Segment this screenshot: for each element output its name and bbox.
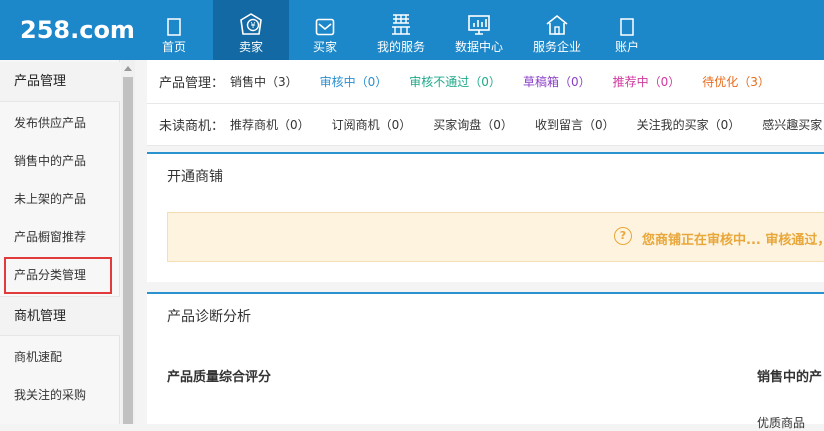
scroll-up-arrow-icon[interactable] [121,60,135,76]
nav-label: 服务企业 [532,40,581,54]
sidebar-heading-label: 商机管理 [14,309,67,324]
status-drafts[interactable]: 草稿箱（0） [523,73,591,90]
nav-label: 首页 [161,40,186,54]
nav-item-data-center[interactable]: 数据中心 [441,0,517,60]
quality-score-title: 产品质量综合评分 [167,370,272,385]
nav-item-home[interactable]: 首页 [135,0,213,60]
status-under-review[interactable]: 审核中（0） [320,73,388,90]
nav-label: 账户 [614,40,639,54]
nav-label: 买家 [312,40,337,54]
unread-leads-row: 未读商机： 推荐商机（0） 订阅商机（0） 买家询盘（0） 收到留言（0） 关注… [147,104,824,146]
leads-interested-buyers[interactable]: 感兴趣买家 [762,116,822,133]
sidebar-item-label: 我关注的采购 [14,388,87,402]
panel-title: 开通商铺 [167,169,223,185]
quality-products-label: 优质商品 [757,416,806,430]
status-rejected[interactable]: 审核不通过（0） [409,73,501,90]
page-icon [620,4,634,36]
sidebar-item-label: 发布供应产品 [14,116,87,130]
sidebar-heading-leads-management[interactable]: 商机管理 [0,296,120,336]
sidebar-item-label: 未上架的产品 [14,192,87,206]
shop-review-notice: ? 您商铺正在审核中... 审核通过，手 [167,212,824,262]
leads-messages[interactable]: 收到留言（0） [535,116,615,133]
sidebar-item-publish-product[interactable]: 发布供应产品 [0,104,120,142]
sidebar-heading-product-management[interactable]: 产品管理 [0,62,120,102]
page-icon [167,4,181,36]
nav-item-service-companies[interactable]: 服务企业 [517,0,597,60]
sidebar-item-showcase[interactable]: 产品橱窗推荐 [0,218,120,256]
main-nav: 首页 ¥ 卖家 买家 我的服务 数据中心 服务企业 账户 [135,0,657,60]
product-status-row: 产品管理： 销售中（3） 审核中（0） 审核不通过（0） 草稿箱（0） 推荐中（… [147,60,824,104]
service-icon [390,4,412,36]
top-navigation-bar: 258.com 首页 ¥ 卖家 买家 我的服务 数据中心 服务企业 账户 [0,0,824,60]
site-logo[interactable]: 258.com [20,12,135,48]
nav-item-my-services[interactable]: 我的服务 [361,0,441,60]
leads-recommended[interactable]: 推荐商机（0） [230,116,310,133]
leads-buyer-inquiries[interactable]: 买家询盘（0） [433,116,513,133]
leads-following-buyers[interactable]: 关注我的买家（0） [637,116,741,133]
sidebar-item-label: 产品分类管理 [14,268,87,282]
svg-text:¥: ¥ [250,21,255,30]
product-diagnosis-panel: 产品诊断分析 产品质量综合评分 销售中的产 优质商品 [147,292,824,430]
sidebar-item-selling-products[interactable]: 销售中的产品 [0,142,120,180]
mail-icon [315,4,335,36]
notice-text: 您商铺正在审核中... 审核通过，手 [642,233,824,248]
sidebar-heading-label: 产品管理 [14,74,67,89]
sidebar-item-lead-matching[interactable]: 商机速配 [0,338,120,376]
seller-bag-icon: ¥ [237,4,265,36]
scrollbar-thumb[interactable] [123,77,133,424]
nav-item-account[interactable]: 账户 [597,0,657,60]
sidebar-item-label: 产品橱窗推荐 [14,230,87,244]
question-circle-icon: ? [614,227,632,245]
sidebar: 产品管理 发布供应产品 销售中的产品 未上架的产品 产品橱窗推荐 产品分类管理 … [0,60,120,424]
sidebar-scrollbar[interactable] [121,60,135,424]
nav-label: 我的服务 [376,40,425,54]
monitor-chart-icon [467,4,491,36]
sidebar-item-category-management[interactable]: 产品分类管理 [0,256,120,294]
logo-text: 258.com [20,16,135,44]
house-icon [544,4,570,36]
status-recommended[interactable]: 推荐中（0） [613,73,681,90]
status-selling[interactable]: 销售中（3） [230,73,298,90]
sidebar-item-label: 商机速配 [14,350,63,364]
selling-products-title: 销售中的产 [757,370,823,385]
product-status-label: 产品管理： [159,76,225,91]
panel-title: 产品诊断分析 [167,309,251,325]
main-content: 产品管理： 销售中（3） 审核中（0） 审核不通过（0） 草稿箱（0） 推荐中（… [147,60,824,430]
status-to-optimize[interactable]: 待优化（3） [702,73,770,90]
sidebar-item-followed-purchases[interactable]: 我关注的采购 [0,376,120,414]
nav-label: 卖家 [238,40,263,54]
sidebar-item-label: 销售中的产品 [14,154,87,168]
leads-subscribed[interactable]: 订阅商机（0） [332,116,412,133]
sidebar-item-unlisted-products[interactable]: 未上架的产品 [0,180,120,218]
open-shop-panel: 开通商铺 ? 您商铺正在审核中... 审核通过，手 [147,152,824,282]
unread-leads-label: 未读商机： [159,119,225,134]
nav-item-buyer[interactable]: 买家 [289,0,361,60]
nav-label: 数据中心 [454,40,503,54]
nav-item-seller[interactable]: ¥ 卖家 [213,0,289,60]
